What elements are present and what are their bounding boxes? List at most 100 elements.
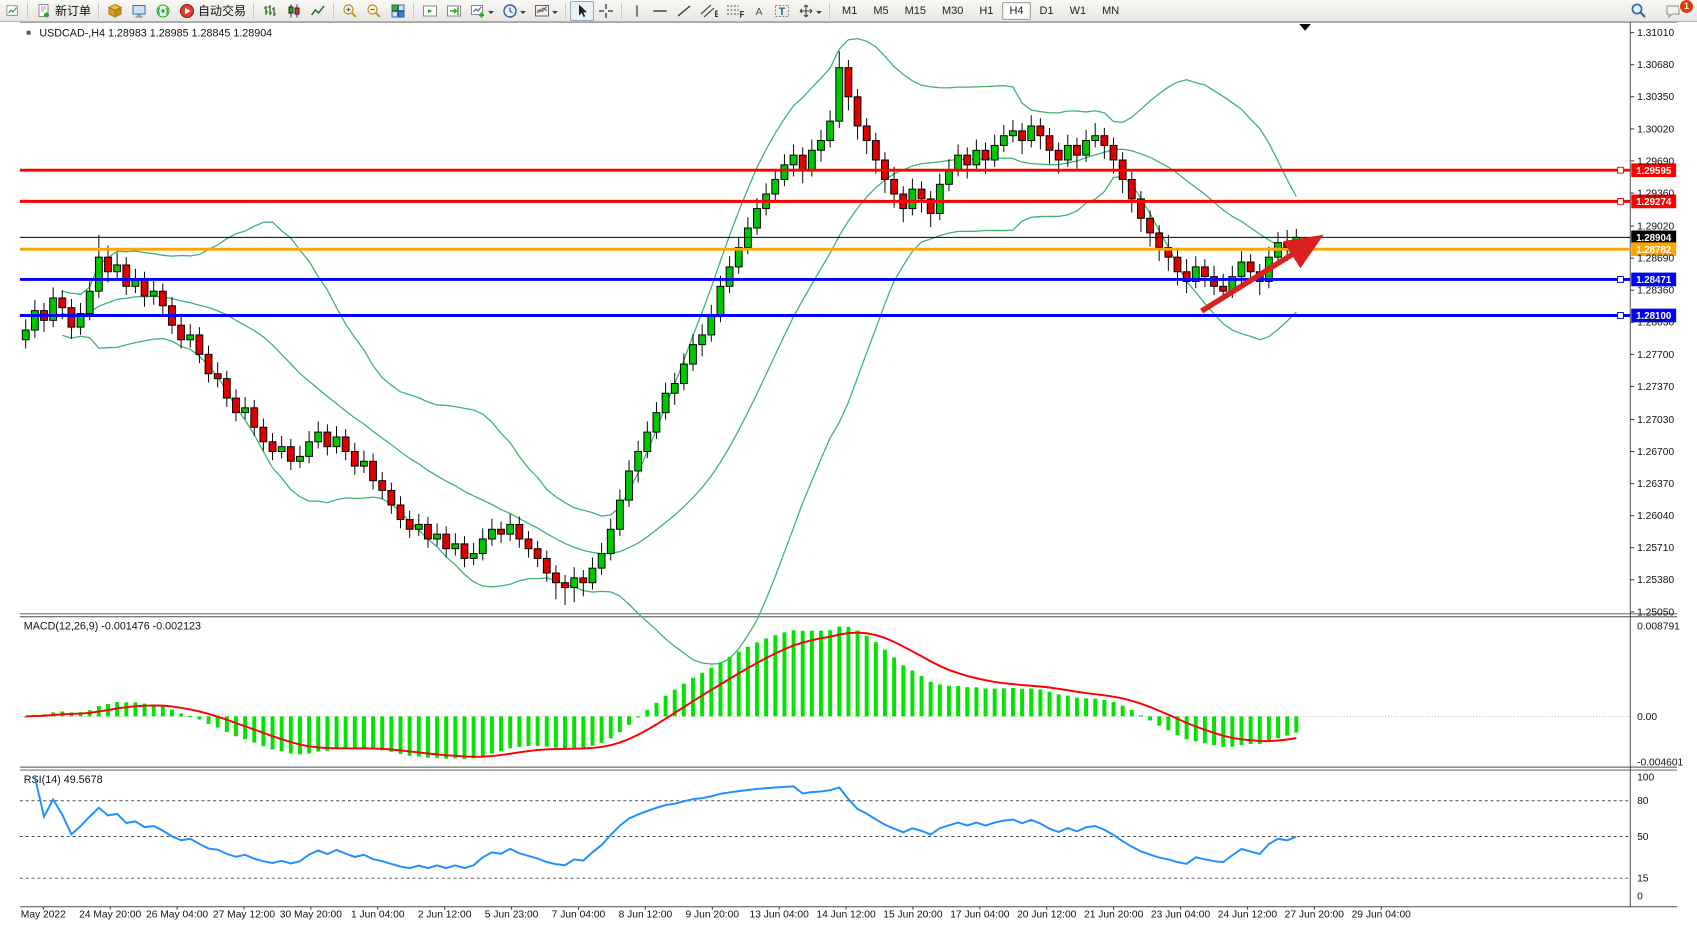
auto-scroll-icon[interactable] bbox=[418, 2, 442, 20]
svg-text:1.28030: 1.28030 bbox=[1637, 318, 1674, 329]
chart-shift-icon[interactable] bbox=[442, 2, 466, 20]
svg-text:1.27700: 1.27700 bbox=[1637, 350, 1674, 361]
text-label-tool[interactable]: T bbox=[770, 2, 794, 20]
equidistant-channel-tool[interactable]: E bbox=[696, 2, 722, 20]
timeframe-H4[interactable]: H4 bbox=[1002, 2, 1030, 20]
notifications-chat-icon[interactable]: 1 bbox=[1661, 2, 1687, 20]
svg-text:13 Jun 04:00: 13 Jun 04:00 bbox=[750, 910, 810, 921]
chart-shift-marker[interactable] bbox=[1299, 24, 1311, 31]
cursor-tool[interactable] bbox=[570, 1, 594, 21]
svg-text:100: 100 bbox=[1637, 772, 1654, 783]
svg-text:1.30350: 1.30350 bbox=[1637, 92, 1674, 103]
svg-text:2 Jun 12:00: 2 Jun 12:00 bbox=[418, 910, 472, 921]
new-chart-dropdown[interactable] bbox=[466, 2, 498, 20]
svg-text:23 Jun 04:00: 23 Jun 04:00 bbox=[1151, 910, 1211, 921]
line-chart-type-icon[interactable] bbox=[306, 2, 330, 20]
search-icon[interactable] bbox=[1626, 2, 1651, 20]
bar-chart-type-icon[interactable] bbox=[258, 2, 282, 20]
vertical-line-tool[interactable] bbox=[626, 2, 648, 20]
hline-1.28471[interactable]: 1.28471 bbox=[20, 273, 1676, 287]
arrows-tool-dropdown[interactable] bbox=[794, 2, 826, 20]
signal-icon[interactable] bbox=[151, 2, 175, 20]
toolbar-separator bbox=[98, 3, 99, 18]
hline-1.28100[interactable]: 1.28100 bbox=[20, 309, 1676, 323]
timeframe-M30[interactable]: M30 bbox=[935, 2, 970, 20]
macd-label: MACD(12,26,9) -0.001476 -0.002123 bbox=[24, 620, 201, 632]
dropdown-caret-icon bbox=[488, 11, 494, 17]
svg-text:1.28471: 1.28471 bbox=[1636, 275, 1672, 286]
horizontal-line-tool[interactable] bbox=[648, 2, 672, 20]
svg-text:1.25050: 1.25050 bbox=[1637, 607, 1674, 618]
svg-text:21 Jun 20:00: 21 Jun 20:00 bbox=[1084, 910, 1144, 921]
timeframe-MN[interactable]: MN bbox=[1095, 2, 1126, 20]
svg-text:1.30020: 1.30020 bbox=[1637, 124, 1674, 135]
dropdown-caret-icon bbox=[520, 11, 526, 17]
svg-text:27 Jun 20:00: 27 Jun 20:00 bbox=[1285, 910, 1345, 921]
svg-text:1.29020: 1.29020 bbox=[1637, 221, 1674, 232]
svg-text:E: E bbox=[715, 9, 719, 19]
timeframe-M15[interactable]: M15 bbox=[898, 2, 933, 20]
timeframe-D1[interactable]: D1 bbox=[1033, 2, 1061, 20]
svg-text:27 May 12:00: 27 May 12:00 bbox=[213, 910, 275, 921]
new-order-label: 新订单 bbox=[55, 2, 91, 19]
svg-text:8 Jun 12:00: 8 Jun 12:00 bbox=[619, 910, 673, 921]
template-dropdown[interactable] bbox=[530, 2, 562, 20]
fibonacci-tool[interactable]: F bbox=[722, 2, 748, 20]
timeframe-H1[interactable]: H1 bbox=[972, 2, 1000, 20]
svg-text:1.29595: 1.29595 bbox=[1636, 166, 1672, 177]
text-tool[interactable]: A bbox=[748, 2, 770, 20]
bollinger-bands bbox=[62, 39, 1296, 664]
svg-text:14 Jun 12:00: 14 Jun 12:00 bbox=[816, 910, 876, 921]
zoom-in-icon[interactable] bbox=[338, 2, 362, 20]
svg-text:A: A bbox=[756, 5, 763, 17]
timeframe-M1[interactable]: M1 bbox=[835, 2, 864, 20]
hline-1.29274[interactable]: 1.29274 bbox=[20, 195, 1676, 209]
svg-text:1.27030: 1.27030 bbox=[1637, 415, 1674, 426]
chart-window-icon[interactable] bbox=[127, 2, 151, 20]
toolbar-separator bbox=[27, 3, 28, 18]
toolbar-separator bbox=[333, 3, 334, 18]
toolbar-separator bbox=[621, 3, 622, 18]
timeframe-W1[interactable]: W1 bbox=[1063, 2, 1094, 20]
hline-1.28904[interactable]: 1.28904 bbox=[20, 231, 1676, 245]
symbol-bullet-icon bbox=[27, 31, 31, 35]
svg-text:1.31010: 1.31010 bbox=[1637, 28, 1674, 39]
toolbar-right-icons: 1 bbox=[1626, 2, 1695, 20]
svg-text:15 Jun 20:00: 15 Jun 20:00 bbox=[883, 910, 943, 921]
new-order-button[interactable]: 新订单 bbox=[32, 2, 95, 20]
autotrade-label: 自动交易 bbox=[198, 2, 246, 19]
svg-text:1.28360: 1.28360 bbox=[1637, 286, 1674, 297]
tile-windows-icon[interactable] bbox=[386, 2, 410, 20]
timeframe-M5[interactable]: M5 bbox=[866, 2, 895, 20]
hline-1.29595[interactable]: 1.29595 bbox=[20, 163, 1676, 177]
dropdown-caret-icon bbox=[816, 11, 822, 17]
chart-canvas[interactable]: USDCAD-,H4 1.28983 1.28985 1.28845 1.289… bbox=[0, 22, 1697, 940]
autotrade-button[interactable]: 自动交易 bbox=[175, 2, 250, 20]
svg-text:1.27370: 1.27370 bbox=[1637, 382, 1674, 393]
main-toolbar: 新订单 自动交易 bbox=[0, 0, 1697, 22]
toolbar-separator bbox=[565, 3, 566, 18]
chart-icon[interactable] bbox=[2, 2, 24, 20]
symbols-cube-icon[interactable] bbox=[103, 2, 127, 20]
svg-text:F: F bbox=[740, 9, 745, 19]
svg-text:T: T bbox=[779, 6, 786, 18]
dropdown-caret-icon bbox=[552, 11, 558, 17]
hline-1.28782[interactable]: 1.28782 bbox=[20, 242, 1676, 256]
toolbar-separator bbox=[829, 3, 830, 18]
svg-text:0.008791: 0.008791 bbox=[1637, 621, 1680, 632]
svg-text:26 May 04:00: 26 May 04:00 bbox=[146, 910, 208, 921]
price-axis: 1.310101.306801.303501.300201.296901.293… bbox=[1630, 28, 1674, 618]
svg-text:30 May 20:00: 30 May 20:00 bbox=[280, 910, 342, 921]
svg-text:9 Jun 20:00: 9 Jun 20:00 bbox=[685, 910, 739, 921]
crosshair-tool[interactable] bbox=[594, 2, 618, 20]
svg-text:1.25380: 1.25380 bbox=[1637, 575, 1674, 586]
period-clock-dropdown[interactable] bbox=[498, 2, 530, 20]
candlestick-series bbox=[22, 51, 1299, 605]
trendline-tool[interactable] bbox=[672, 2, 696, 20]
zoom-out-icon[interactable] bbox=[362, 2, 386, 20]
chart-area[interactable]: USDCAD-,H4 1.28983 1.28985 1.28845 1.289… bbox=[0, 22, 1697, 940]
pane-borders bbox=[20, 22, 1677, 907]
timeframe-group: M1M5M15M30H1H4D1W1MN bbox=[834, 2, 1127, 20]
candlestick-type-icon[interactable] bbox=[282, 2, 306, 20]
svg-text:80: 80 bbox=[1637, 796, 1649, 807]
